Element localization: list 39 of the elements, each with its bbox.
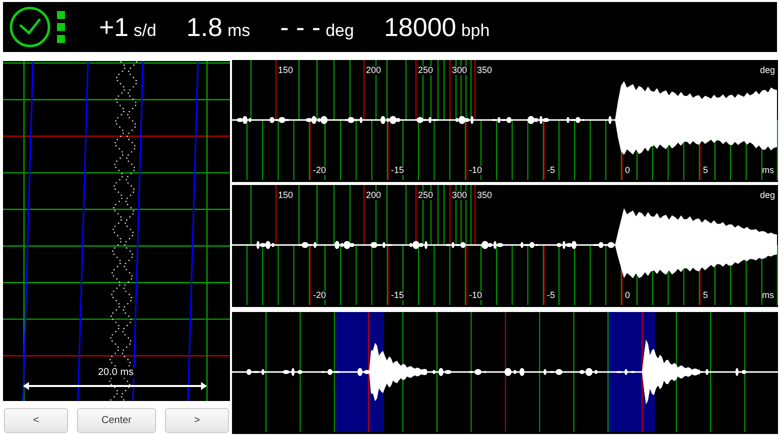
time-unit: ms: [762, 166, 774, 175]
nav-button[interactable]: <: [4, 408, 68, 433]
degree-label: 200: [365, 66, 382, 75]
degree-unit: deg: [760, 191, 775, 200]
time-label: 5: [702, 291, 710, 300]
time-label: 0: [624, 166, 632, 175]
time-label: -15: [390, 166, 406, 175]
nav-button[interactable]: >: [165, 408, 229, 433]
degree-label: 150: [277, 191, 294, 200]
nav-button[interactable]: Center: [77, 408, 156, 433]
scale-label: 20.0 ms: [97, 368, 135, 378]
readout-unit: ms: [228, 22, 250, 39]
time-label: -20: [312, 166, 328, 175]
time-label: -10: [468, 291, 484, 300]
time-label: -10: [468, 166, 484, 175]
readout-unit: deg: [326, 22, 354, 39]
degree-label: 250: [417, 191, 434, 200]
readout-value: - - -: [280, 14, 321, 40]
degree-label: 300: [451, 66, 468, 75]
readout-unit: s/d: [134, 22, 156, 39]
degree-label: 150: [277, 66, 294, 75]
degree-unit: deg: [760, 66, 775, 75]
degree-label: 300: [451, 191, 468, 200]
readout-value: 18000: [384, 14, 456, 40]
readout-value: 1.8: [186, 14, 222, 40]
time-label: -20: [312, 291, 328, 300]
degree-label: 250: [417, 66, 434, 75]
clock-check-icon: [9, 6, 51, 48]
time-unit: ms: [762, 291, 774, 300]
time-label: 5: [702, 166, 710, 175]
time-label: -5: [546, 291, 556, 300]
degree-label: 350: [476, 191, 494, 200]
degree-label: 350: [476, 66, 494, 75]
readout-value: +1: [99, 14, 129, 40]
time-label: 0: [624, 291, 632, 300]
time-label: -5: [546, 166, 556, 175]
time-label: -15: [390, 291, 406, 300]
readout-unit: bph: [461, 22, 490, 39]
degree-label: 200: [365, 191, 382, 200]
